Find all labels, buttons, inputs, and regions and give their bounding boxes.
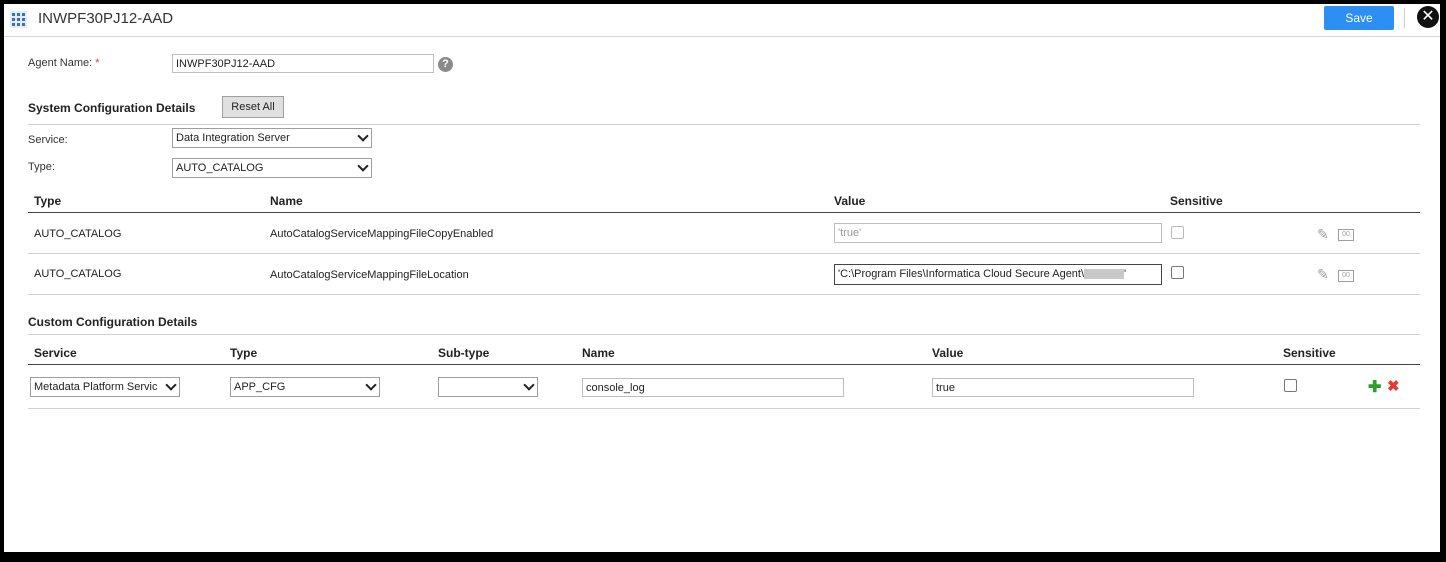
section-divider <box>28 124 1420 125</box>
column-header-type: Type <box>230 346 258 360</box>
help-icon[interactable]: ? <box>438 57 453 72</box>
custom-type-select[interactable]: APP_CFG <box>230 377 380 397</box>
custom-config-title: Custom Configuration Details <box>28 315 198 329</box>
chevron-down-icon <box>365 379 377 391</box>
section-divider <box>28 334 1420 335</box>
row-divider <box>28 408 1420 409</box>
service-select-value: Data Integration Server <box>176 132 290 144</box>
masked-path-segment <box>1084 269 1125 280</box>
type-select[interactable]: AUTO_CATALOG <box>172 158 372 178</box>
edit-icon[interactable]: ✎ <box>1317 226 1333 242</box>
column-header-subtype: Sub-type <box>438 346 490 360</box>
agent-grid-icon <box>10 11 27 28</box>
value-input-suffix: ' <box>1124 268 1127 280</box>
close-icon[interactable]: ✕ <box>1417 6 1439 28</box>
table-cell-type: AUTO_CATALOG <box>34 228 122 240</box>
custom-name-input[interactable]: console_log <box>582 378 844 397</box>
sensitive-checkbox[interactable] <box>1171 226 1184 239</box>
override-icon[interactable]: 00 <box>1338 270 1354 282</box>
service-select[interactable]: Data Integration Server <box>172 128 372 148</box>
column-header-sensitive: Sensitive <box>1283 346 1336 360</box>
value-input[interactable]: 'true' <box>834 223 1162 243</box>
agent-name-label: Agent Name: * <box>28 57 100 69</box>
agent-name-label-text: Agent Name: <box>28 57 93 69</box>
custom-type-value: APP_CFG <box>234 381 286 393</box>
agent-name-input[interactable]: INWPF30PJ12-AAD <box>172 54 434 73</box>
save-button[interactable]: Save <box>1324 6 1394 30</box>
title-divider <box>1404 8 1405 28</box>
sensitive-checkbox[interactable] <box>1171 266 1184 279</box>
row-divider <box>28 253 1420 254</box>
custom-service-value: Metadata Platform Servic <box>34 381 158 393</box>
custom-sensitive-checkbox[interactable] <box>1284 379 1297 392</box>
chevron-down-icon <box>165 379 177 391</box>
title-bar: INWPF30PJ12-AAD Save ✕ <box>4 4 1440 37</box>
column-header-sensitive: Sensitive <box>1170 194 1223 208</box>
add-row-icon[interactable]: ✚ <box>1368 377 1381 397</box>
table-cell-type: AUTO_CATALOG <box>34 268 122 280</box>
table-header-divider <box>28 212 1420 213</box>
chevron-down-icon <box>523 379 535 391</box>
delete-row-icon[interactable]: ✖ <box>1387 377 1400 395</box>
column-header-value: Value <box>834 194 866 208</box>
table-cell-name: AutoCatalogServiceMappingFileCopyEnabled <box>270 228 494 240</box>
column-header-value: Value <box>932 346 964 360</box>
chevron-down-icon <box>357 160 369 172</box>
column-header-name: Name <box>582 346 615 360</box>
custom-subtype-select[interactable] <box>438 377 538 397</box>
edit-icon[interactable]: ✎ <box>1317 266 1333 282</box>
reset-all-button[interactable]: Reset All <box>222 96 284 118</box>
column-header-service: Service <box>34 346 77 360</box>
chevron-down-icon <box>357 130 369 142</box>
table-cell-name: AutoCatalogServiceMappingFileLocation <box>270 269 469 281</box>
row-divider <box>28 294 1420 295</box>
type-label: Type: <box>28 161 55 173</box>
column-header-name: Name <box>270 194 303 208</box>
value-input-text: 'C:\Program Files\Informatica Cloud Secu… <box>838 268 1085 280</box>
table-header-divider <box>28 364 1420 365</box>
window-title: INWPF30PJ12-AAD <box>38 10 174 27</box>
agent-config-dialog: INWPF30PJ12-AAD Save ✕ Agent Name: * INW… <box>4 4 1440 552</box>
system-config-title: System Configuration Details <box>28 101 196 115</box>
required-marker: * <box>95 57 100 69</box>
column-header-type: Type <box>34 194 62 208</box>
override-icon[interactable]: 00 <box>1338 229 1354 241</box>
service-label: Service: <box>28 134 68 146</box>
value-input[interactable]: 'C:\Program Files\Informatica Cloud Secu… <box>834 264 1162 285</box>
type-select-value: AUTO_CATALOG <box>176 162 264 174</box>
custom-service-select[interactable]: Metadata Platform Servic <box>30 377 180 397</box>
custom-value-input[interactable]: true <box>932 378 1194 397</box>
